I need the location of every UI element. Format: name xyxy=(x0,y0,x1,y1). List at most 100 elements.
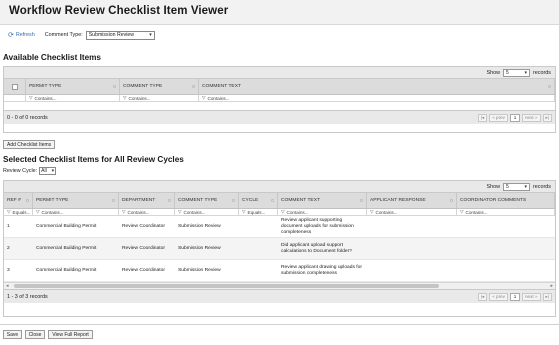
cell-applicant-response[interactable] xyxy=(367,216,457,237)
review-cycle-select[interactable]: All ▾ xyxy=(39,167,57,175)
column-menu-icon[interactable] xyxy=(450,199,453,202)
column-menu-icon[interactable] xyxy=(271,199,274,202)
filter-permit-type[interactable]: ▽ Contains... xyxy=(33,209,119,215)
filter-text: Equals... xyxy=(247,209,266,215)
comment-type-value: Submission Review xyxy=(88,32,134,38)
chevron-down-icon: ▾ xyxy=(524,69,528,76)
table-row[interactable]: 2 Commercial Building Permit Review Coor… xyxy=(4,238,555,260)
selected-grid-toolbar: Show 5 ▾ records xyxy=(4,181,555,193)
filter-permit-type[interactable]: ▽ Contains... xyxy=(26,95,120,101)
column-menu-icon[interactable] xyxy=(548,85,551,88)
chevron-down-icon: ▾ xyxy=(51,168,55,174)
column-label: PERMIT TYPE xyxy=(36,198,69,203)
table-row[interactable]: 3 Commercial Building Permit Review Coor… xyxy=(4,260,555,282)
pager-first-button[interactable]: |◂ xyxy=(477,292,488,301)
filter-text: Contains... xyxy=(465,209,488,215)
pager-first-button[interactable]: |◂ xyxy=(477,113,488,122)
toolbar: ⟳ Refresh Comment Type: Submission Revie… xyxy=(8,30,155,40)
cell-comment-type: Submission Review xyxy=(178,267,221,273)
pager-page-input[interactable]: 1 xyxy=(509,292,520,301)
available-grid-toolbar: Show 5 ▾ records xyxy=(4,67,555,79)
column-header-comment-type[interactable]: COMMENT TYPE xyxy=(175,193,239,208)
filter-comment-text[interactable]: ▽ Contains... xyxy=(278,209,367,215)
comment-type-label: Comment Type: xyxy=(44,32,83,38)
filter-text: Contains... xyxy=(34,95,57,101)
available-page-size-select[interactable]: 5 ▾ xyxy=(503,68,531,77)
filter-comment-type[interactable]: ▽ Contains... xyxy=(175,209,239,215)
column-header-comment-text[interactable]: COMMENT TEXT xyxy=(278,193,367,208)
filter-applicant-response[interactable]: ▽ Contains... xyxy=(367,209,457,215)
show-label: Show xyxy=(486,69,501,76)
column-label: APPLICANT RESPONSE xyxy=(370,198,426,203)
cell-permit-type: Commercial Building Permit xyxy=(36,245,97,251)
column-header-cycle[interactable]: CYCLE xyxy=(239,193,278,208)
selected-page-size-select[interactable]: 5 ▾ xyxy=(503,182,531,191)
selected-grid: Show 5 ▾ records REF # PERMIT TYPE DEPAR… xyxy=(3,180,556,317)
filter-comment-text[interactable]: ▽ Contains... xyxy=(199,95,555,101)
pager-prev-button[interactable]: « prev xyxy=(489,292,508,301)
cell-coordinator-comments[interactable] xyxy=(457,238,555,259)
selected-page-size: Show 5 ▾ records xyxy=(487,182,551,191)
cell-ref: 3 xyxy=(7,267,10,273)
select-all-checkbox[interactable] xyxy=(11,83,18,90)
cell-coordinator-comments[interactable] xyxy=(457,260,555,281)
pager-last-button[interactable]: ▸| xyxy=(542,113,552,122)
column-header-permit-type[interactable]: PERMIT TYPE xyxy=(26,79,120,94)
column-header-department[interactable]: DEPARTMENT xyxy=(119,193,175,208)
record-count: 1 - 3 of 3 records xyxy=(7,293,48,300)
filter-text: Contains... xyxy=(207,95,230,101)
save-button[interactable]: Save xyxy=(3,330,22,339)
scroll-right-icon[interactable]: ▸ xyxy=(550,283,553,289)
cell-applicant-response[interactable] xyxy=(367,260,457,281)
horizontal-scrollbar[interactable]: ◂ ▸ xyxy=(4,282,555,289)
scrollbar-thumb[interactable] xyxy=(14,284,439,288)
scroll-left-icon[interactable]: ◂ xyxy=(6,283,9,289)
column-header-comment-text[interactable]: COMMENT TEXT xyxy=(199,79,555,94)
column-menu-icon[interactable] xyxy=(26,199,29,202)
pager-page-input[interactable]: 1 xyxy=(509,113,520,122)
column-label: REF # xyxy=(7,198,21,203)
page-size-value: 5 xyxy=(506,69,509,76)
cell-applicant-response[interactable] xyxy=(367,238,457,259)
page-title: Workflow Review Checklist Item Viewer xyxy=(9,5,229,17)
pager-next-button[interactable]: next » xyxy=(521,113,541,122)
column-menu-icon[interactable] xyxy=(192,85,195,88)
column-menu-icon[interactable] xyxy=(113,85,116,88)
record-count: 0 - 0 of 0 records xyxy=(7,114,48,121)
filter-coordinator-comments[interactable]: ▽ Contains... xyxy=(457,209,555,215)
table-row[interactable]: 1 Commercial Building Permit Review Coor… xyxy=(4,216,555,238)
filter-comment-type[interactable]: ▽ Contains... xyxy=(120,95,199,101)
review-cycle-control: Review Cycle: All ▾ xyxy=(3,167,57,175)
column-header-coordinator-comments[interactable]: COORDINATOR COMMENTS xyxy=(457,193,555,208)
column-menu-icon[interactable] xyxy=(168,199,171,202)
column-menu-icon[interactable] xyxy=(112,199,115,202)
refresh-button[interactable]: ⟳ Refresh xyxy=(8,31,35,39)
column-header-ref[interactable]: REF # xyxy=(4,193,33,208)
cell-coordinator-comments[interactable] xyxy=(457,216,555,237)
filter-cycle[interactable]: ▽ Equals... xyxy=(239,209,278,215)
column-label: COMMENT TYPE xyxy=(178,198,218,203)
records-label: records xyxy=(533,183,551,190)
comment-type-select[interactable]: Submission Review ▾ xyxy=(85,30,155,40)
cell-cycle xyxy=(239,260,278,281)
column-label: PERMIT TYPE xyxy=(29,84,62,89)
column-header-permit-type[interactable]: PERMIT TYPE xyxy=(33,193,119,208)
filter-icon: ▽ xyxy=(370,209,374,214)
column-header-applicant-response[interactable]: APPLICANT RESPONSE xyxy=(367,193,457,208)
view-full-report-button[interactable]: View Full Report xyxy=(48,330,93,339)
add-checklist-items-button[interactable]: Add Checklist Items xyxy=(3,140,56,149)
filter-text: Equals... xyxy=(12,209,31,215)
selected-section-title: Selected Checklist Items for All Review … xyxy=(3,155,184,164)
available-pager: |◂ « prev 1 next » ▸| xyxy=(476,113,552,122)
cell-department: Review Coordinator xyxy=(122,245,165,251)
filter-text: Contains... xyxy=(128,95,151,101)
column-header-comment-type[interactable]: COMMENT TYPE xyxy=(120,79,199,94)
filter-department[interactable]: ▽ Contains... xyxy=(119,209,175,215)
pager-next-button[interactable]: next » xyxy=(521,292,541,301)
close-button[interactable]: Close xyxy=(25,330,45,339)
pager-last-button[interactable]: ▸| xyxy=(542,292,552,301)
filter-ref[interactable]: ▽ Equals... xyxy=(4,209,33,215)
column-menu-icon[interactable] xyxy=(232,199,235,202)
pager-prev-button[interactable]: « prev xyxy=(489,113,508,122)
column-menu-icon[interactable] xyxy=(360,199,363,202)
